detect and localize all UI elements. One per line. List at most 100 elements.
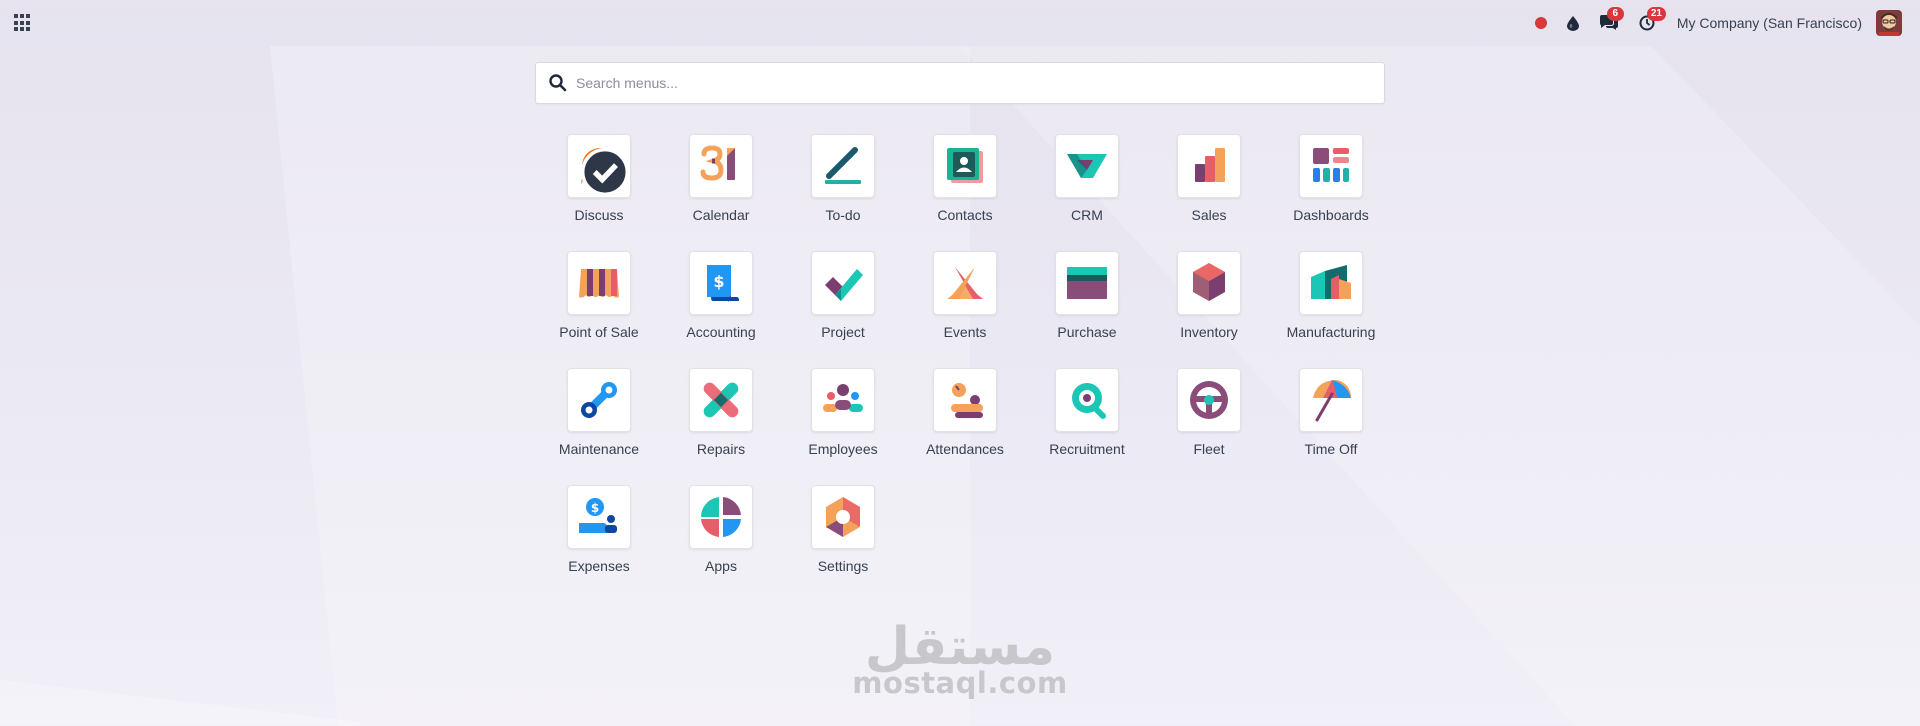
app-label: To-do [825,207,861,223]
app-label: Maintenance [558,441,640,457]
app-label: Repairs [696,441,746,457]
fleet-icon [1190,381,1228,419]
recorder-button[interactable] [1534,17,1547,29]
app-employees[interactable]: Employees [782,368,904,485]
app-label: Settings [817,558,869,574]
app-label: Employees [808,441,878,457]
app-fleet[interactable]: Fleet [1148,368,1270,485]
app-label: Manufacturing [1286,324,1376,340]
app-crm[interactable]: CRM [1026,134,1148,251]
systray: 6 21 My Company (San Francisco) [1515,7,1902,38]
app-tile [811,485,875,549]
todo-icon [825,147,861,184]
crm-icon [1067,154,1107,178]
recruitment-icon [1072,383,1106,419]
app-tile [567,251,631,315]
app-label: Dashboards [1293,207,1369,223]
app-maintenance[interactable]: Maintenance [538,368,660,485]
activities-count-badge: 21 [1646,7,1666,21]
svg-text:$: $ [713,272,724,291]
app-label: Attendances [926,441,1004,457]
top-navbar: 6 21 My Company (San Francisco) [0,0,1920,46]
app-events[interactable]: Events [904,251,1026,368]
check-circle-icon [581,148,629,196]
app-label: Point of Sale [559,324,639,340]
app-label: Expenses [568,558,630,574]
events-icon [947,267,983,299]
app-sales[interactable]: Sales [1148,134,1270,251]
app-label: Discuss [574,207,624,223]
app-tile [1299,368,1363,432]
contacts-icon [947,148,983,183]
app-inventory[interactable]: Inventory [1148,251,1270,368]
app-tile [1055,251,1119,315]
app-project[interactable]: Project [782,251,904,368]
app-discuss[interactable]: Discuss [538,134,660,251]
app-tile [1177,368,1241,432]
search-menus-input[interactable] [576,75,1356,91]
messages-count-badge: 6 [1606,7,1624,21]
search-icon [549,74,567,92]
app-tile [1299,251,1363,315]
app-to-do[interactable]: To-do [782,134,904,251]
company-switcher[interactable]: My Company (San Francisco) [1677,15,1862,31]
apps-icon [701,497,741,537]
app-label: Calendar [692,207,750,223]
activities-button[interactable]: 21 [1639,7,1666,31]
app-label: Contacts [937,207,993,223]
app-tile [811,368,875,432]
background-panel-corner [0,680,360,726]
user-avatar[interactable] [1876,10,1902,36]
app-purchase[interactable]: Purchase [1026,251,1148,368]
settings-icon [826,497,860,537]
app-tile [811,134,875,198]
accounting-icon: $ [707,265,739,302]
app-accounting[interactable]: $ Accounting [660,251,782,368]
app-apps[interactable]: Apps [660,485,782,602]
messages-button[interactable]: 6 [1599,7,1624,31]
inventory-icon [1193,263,1225,301]
app-tile [689,368,753,432]
record-dot-icon [1534,17,1547,29]
point-of-sale-icon [579,269,619,298]
watermark-logo: مستقل mostaql.com [850,618,1070,698]
app-tile [1055,368,1119,432]
sales-icon [1195,148,1225,182]
app-tile [1177,134,1241,198]
app-tile: $ [689,251,753,315]
app-dashboards[interactable]: Dashboards [1270,134,1392,251]
apps-grid: Discuss Calendar To-do Contacts CRM Sale… [538,134,1394,602]
app-label: Recruitment [1049,441,1125,457]
app-label: Purchase [1057,324,1117,340]
app-label: Project [821,324,865,340]
app-manufacturing[interactable]: Manufacturing [1270,251,1392,368]
svg-text:$: $ [591,501,599,515]
app-time-off[interactable]: Time Off [1270,368,1392,485]
attendances-icon [951,383,983,418]
app-tile [1299,134,1363,198]
drop-icon [1566,15,1579,31]
app-tile [567,134,631,198]
app-calendar[interactable]: Calendar [660,134,782,251]
app-point-of-sale[interactable]: Point of Sale [538,251,660,368]
app-expenses[interactable]: $ Expenses [538,485,660,602]
app-attendances[interactable]: Attendances [904,368,1026,485]
app-label: Sales [1191,207,1227,223]
app-tile [933,134,997,198]
app-tile [567,368,631,432]
app-label: Time Off [1304,441,1358,457]
app-label: Accounting [686,324,756,340]
dashboards-icon [1313,148,1349,182]
app-contacts[interactable]: Contacts [904,134,1026,251]
app-label: CRM [1071,207,1103,223]
app-settings[interactable]: Settings [782,485,904,602]
calendar-icon [700,145,735,181]
maintenance-icon [581,382,617,418]
repairs-icon [703,382,739,418]
app-tile: $ [567,485,631,549]
apps-menu-grid-icon[interactable] [14,14,32,32]
app-recruitment[interactable]: Recruitment [1026,368,1148,485]
app-repairs[interactable]: Repairs [660,368,782,485]
debug-mode-button[interactable] [1566,15,1579,31]
watermark-latin: mostaql.com [852,666,1068,700]
